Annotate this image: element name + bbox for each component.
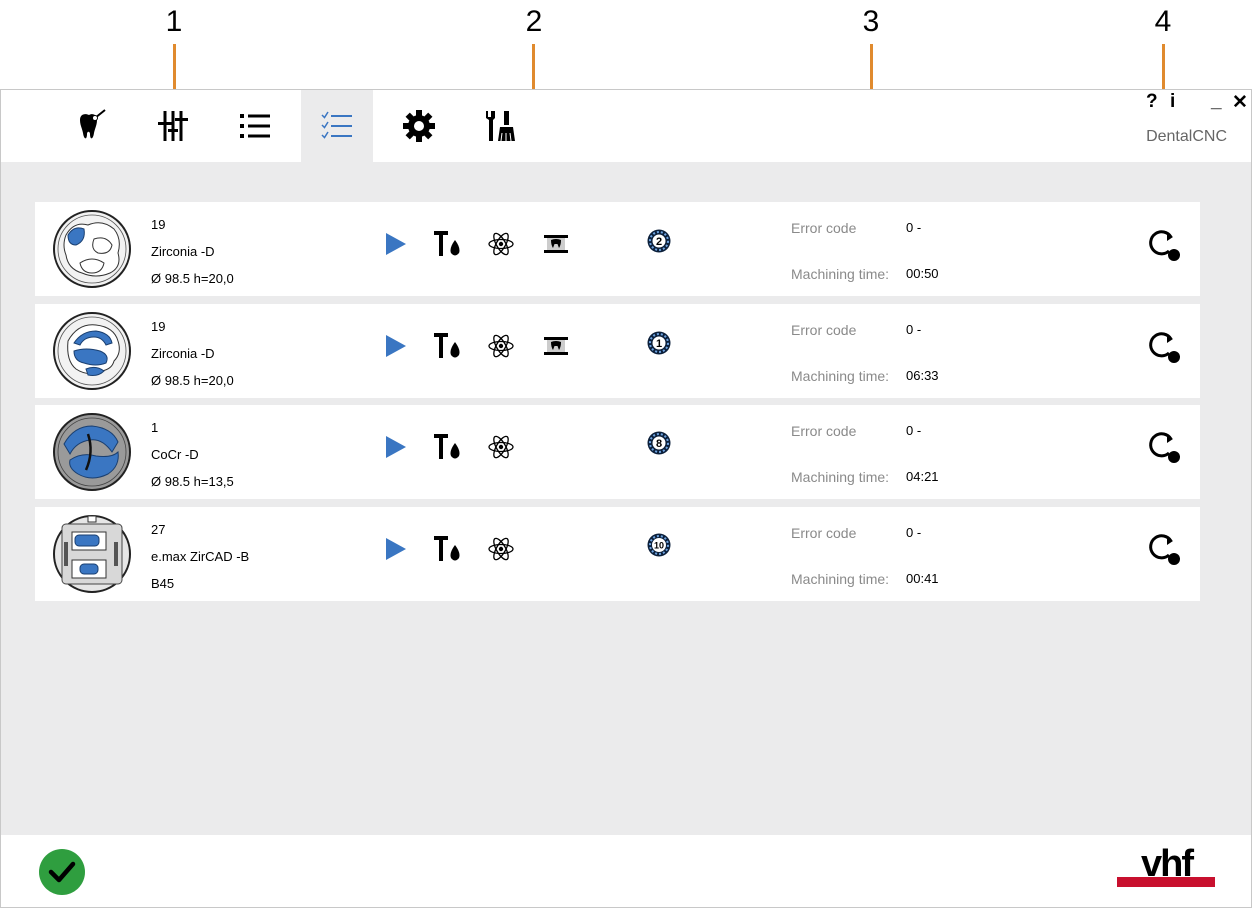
blank-holder-thumbnail[interactable]	[52, 514, 132, 594]
error-code-label: Error code	[791, 525, 857, 541]
job-quantity: 1	[151, 420, 159, 435]
job-row[interactable]: 19 Zirconia -D Ø 98.5 h=20,0 2 Error cod…	[35, 202, 1200, 296]
atom-icon[interactable]	[487, 433, 515, 461]
tool-coolant-icon[interactable]	[433, 230, 463, 258]
info-button[interactable]: i	[1170, 91, 1175, 113]
machining-time-value: 04:21	[906, 469, 939, 484]
toolbar-button-settings[interactable]	[383, 90, 455, 162]
toolbar-button-tooth[interactable]	[56, 90, 128, 162]
slot-badge-icon: 10	[647, 533, 671, 557]
minimize-button[interactable]: _	[1211, 91, 1222, 113]
callout-number: 2	[525, 5, 543, 38]
machining-time-label: Machining time:	[791, 571, 890, 587]
machining-time-value: 06:33	[906, 368, 939, 383]
error-code-value: 0 -	[906, 525, 922, 540]
job-row[interactable]: 19 Zirconia -D Ø 98.5 h=20,0 1 Error cod…	[35, 304, 1200, 398]
job-quantity: 19	[151, 217, 166, 232]
job-material: e.max ZirCAD -B	[151, 549, 250, 564]
job-quantity: 27	[151, 522, 166, 537]
main-toolbar: ? i _ ✕ DentalCNC	[1, 90, 1251, 162]
logo-text: vhf	[1141, 843, 1194, 885]
tool-coolant-icon[interactable]	[433, 535, 463, 563]
machining-time-label: Machining time:	[791, 469, 890, 485]
job-dimensions: Ø 98.5 h=20,0	[151, 271, 234, 286]
toolbar-button-checklist[interactable]	[301, 90, 373, 162]
machining-time-value: 00:41	[906, 571, 939, 586]
slot-number: 8	[656, 438, 662, 450]
gear-icon	[403, 110, 435, 142]
tools-icon	[486, 111, 515, 142]
tool-coolant-icon[interactable]	[433, 332, 463, 360]
play-icon[interactable]	[385, 334, 407, 358]
blank-disc-thumbnail[interactable]	[52, 412, 132, 492]
toolbar-button-list[interactable]	[219, 90, 291, 162]
error-code-label: Error code	[791, 220, 857, 236]
slot-number: 10	[654, 541, 664, 551]
job-material: CoCr -D	[151, 447, 199, 462]
tooth-tool-icon	[80, 109, 106, 139]
job-row[interactable]: 27 e.max ZirCAD -B B45 10 Error code 0 -…	[35, 507, 1200, 601]
callout-number: 4	[1154, 5, 1172, 38]
play-icon[interactable]	[385, 537, 407, 561]
slot-number: 1	[656, 338, 662, 350]
machining-time-label: Machining time:	[791, 266, 890, 282]
tooth-file-icon[interactable]	[543, 234, 569, 254]
app-name-label: DentalCNC	[1146, 128, 1227, 145]
reset-job-icon[interactable]	[1147, 229, 1183, 263]
error-code-label: Error code	[791, 322, 857, 338]
slot-badge-icon: 2	[647, 229, 671, 253]
job-material: Zirconia -D	[151, 346, 215, 361]
play-icon[interactable]	[385, 435, 407, 459]
job-material: Zirconia -D	[151, 244, 215, 259]
job-row[interactable]: 1 CoCr -D Ø 98.5 h=13,5 8 Error code 0 -…	[35, 405, 1200, 499]
error-code-value: 0 -	[906, 423, 922, 438]
slot-badge-icon: 8	[647, 431, 671, 455]
job-dimensions: Ø 98.5 h=20,0	[151, 373, 234, 388]
callout-number: 3	[862, 5, 880, 38]
list-icon	[240, 114, 270, 138]
status-footer: vhf	[1, 835, 1251, 907]
job-dimensions: Ø 98.5 h=13,5	[151, 474, 234, 489]
blank-disc-thumbnail[interactable]	[52, 209, 132, 289]
tool-coolant-icon[interactable]	[433, 433, 463, 461]
job-dimensions: B45	[151, 576, 175, 591]
toolbar-button-sliders[interactable]	[137, 90, 209, 162]
play-icon[interactable]	[385, 232, 407, 256]
reset-job-icon[interactable]	[1147, 431, 1183, 465]
tooth-file-icon[interactable]	[543, 336, 569, 356]
help-button[interactable]: ?	[1146, 91, 1158, 113]
vhf-logo: vhf	[1117, 843, 1215, 891]
reset-job-icon[interactable]	[1147, 331, 1183, 365]
atom-icon[interactable]	[487, 332, 515, 360]
blank-disc-thumbnail[interactable]	[52, 311, 132, 391]
app-window: ? i _ ✕ DentalCNC 19 Zirconia -D Ø 98.5 …	[0, 89, 1252, 908]
checklist-icon	[321, 111, 352, 139]
slot-badge-icon: 1	[647, 331, 671, 355]
sliders-icon	[158, 111, 188, 141]
error-code-value: 0 -	[906, 322, 922, 337]
checkmark-icon[interactable]	[38, 848, 86, 896]
error-code-value: 0 -	[906, 220, 922, 235]
job-quantity: 19	[151, 319, 166, 334]
machining-time-label: Machining time:	[791, 368, 890, 384]
atom-icon[interactable]	[487, 230, 515, 258]
callout-number: 1	[165, 5, 183, 38]
close-button[interactable]: ✕	[1232, 91, 1248, 114]
error-code-label: Error code	[791, 423, 857, 439]
slot-number: 2	[656, 236, 662, 248]
atom-icon[interactable]	[487, 535, 515, 563]
reset-job-icon[interactable]	[1147, 533, 1183, 567]
toolbar-button-tools[interactable]	[465, 90, 537, 162]
machining-time-value: 00:50	[906, 266, 939, 281]
